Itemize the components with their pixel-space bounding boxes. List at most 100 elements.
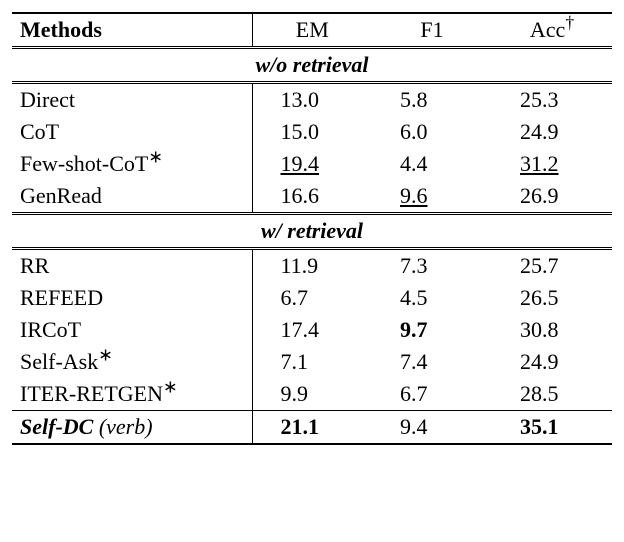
- table-row: RR 11.9 7.3 25.7: [12, 249, 612, 283]
- acc-cell: 24.9: [492, 346, 612, 378]
- em-value: 7.1: [281, 349, 309, 374]
- section-wo-title-row: w/o retrieval: [12, 48, 612, 83]
- f1-value: 7.3: [400, 253, 428, 278]
- table-row: Self-Ask∗ 7.1 7.4 24.9: [12, 346, 612, 378]
- star-icon: ∗: [148, 147, 163, 167]
- section-wo-title: w/o retrieval: [12, 48, 612, 83]
- f1-value: 6.7: [400, 381, 428, 406]
- acc-value: 25.3: [520, 87, 559, 112]
- f1-cell: 9.4: [372, 411, 492, 445]
- em-cell: 13.0: [252, 83, 372, 117]
- f1-value: 9.4: [400, 414, 428, 439]
- method-name: Few-shot-CoT∗: [12, 148, 252, 180]
- star-icon: ∗: [98, 345, 113, 365]
- method-text: Self-Ask: [20, 349, 98, 374]
- method-name: ITER-RETGEN∗: [12, 378, 252, 411]
- em-value: 19.4: [281, 151, 320, 176]
- acc-cell: 26.9: [492, 180, 612, 214]
- em-cell: 16.6: [252, 180, 372, 214]
- f1-value: 9.7: [400, 317, 428, 342]
- em-cell: 9.9: [252, 378, 372, 411]
- method-name: Self-DC (verb): [12, 411, 252, 445]
- method-name: REFEED: [12, 282, 252, 314]
- acc-cell: 24.9: [492, 116, 612, 148]
- method-text: ITER-RETGEN: [20, 381, 163, 406]
- acc-cell: 25.7: [492, 249, 612, 283]
- header-em: EM: [252, 13, 372, 48]
- table-row: Direct 13.0 5.8 25.3: [12, 83, 612, 117]
- method-name: Self-Ask∗: [12, 346, 252, 378]
- acc-cell: 31.2: [492, 148, 612, 180]
- table-row: REFEED 6.7 4.5 26.5: [12, 282, 612, 314]
- dagger-icon: †: [565, 13, 574, 33]
- em-value: 15.0: [281, 119, 320, 144]
- section-w-title: w/ retrieval: [12, 214, 612, 249]
- acc-cell: 26.5: [492, 282, 612, 314]
- table-row: IRCoT 17.4 9.7 30.8: [12, 314, 612, 346]
- acc-cell: 30.8: [492, 314, 612, 346]
- acc-value: 30.8: [520, 317, 559, 342]
- em-value: 13.0: [281, 87, 320, 112]
- acc-value: 24.9: [520, 119, 559, 144]
- acc-cell: 35.1: [492, 411, 612, 445]
- f1-value: 6.0: [400, 119, 428, 144]
- em-value: 21.1: [281, 414, 320, 439]
- em-cell: 11.9: [252, 249, 372, 283]
- method-text: GenRead: [20, 183, 102, 208]
- em-cell: 21.1: [252, 411, 372, 445]
- table-row: Few-shot-CoT∗ 19.4 4.4 31.2: [12, 148, 612, 180]
- method-note-text: (verb): [99, 414, 153, 439]
- f1-value: 5.8: [400, 87, 428, 112]
- table-row: CoT 15.0 6.0 24.9: [12, 116, 612, 148]
- em-cell: 15.0: [252, 116, 372, 148]
- header-row: Methods EM F1 Acc†: [12, 13, 612, 48]
- f1-cell: 7.3: [372, 249, 492, 283]
- f1-cell: 4.5: [372, 282, 492, 314]
- acc-value: 26.9: [520, 183, 559, 208]
- f1-cell: 6.7: [372, 378, 492, 411]
- results-table: Methods EM F1 Acc† w/o retrieval Direct …: [12, 12, 612, 445]
- em-value: 16.6: [281, 183, 320, 208]
- table-row: ITER-RETGEN∗ 9.9 6.7 28.5: [12, 378, 612, 411]
- em-value: 11.9: [281, 253, 319, 278]
- acc-value: 24.9: [520, 349, 559, 374]
- method-main: Self-DC: [20, 414, 93, 439]
- em-value: 17.4: [281, 317, 320, 342]
- em-cell: 19.4: [252, 148, 372, 180]
- acc-value: 28.5: [520, 381, 559, 406]
- star-icon: ∗: [163, 377, 178, 397]
- acc-value: 35.1: [520, 414, 559, 439]
- method-name: RR: [12, 249, 252, 283]
- em-cell: 7.1: [252, 346, 372, 378]
- header-acc: Acc†: [492, 13, 612, 48]
- em-value: 6.7: [281, 285, 309, 310]
- f1-value: 4.4: [400, 151, 428, 176]
- header-methods: Methods: [12, 13, 252, 48]
- f1-cell: 5.8: [372, 83, 492, 117]
- acc-value: 31.2: [520, 151, 559, 176]
- f1-cell: 9.6: [372, 180, 492, 214]
- method-text: Direct: [20, 87, 75, 112]
- method-text: Few-shot-CoT: [20, 151, 148, 176]
- f1-value: 7.4: [400, 349, 428, 374]
- header-acc-text: Acc: [530, 17, 565, 42]
- method-text: REFEED: [20, 285, 103, 310]
- acc-value: 26.5: [520, 285, 559, 310]
- method-text: RR: [20, 253, 49, 278]
- method-name: IRCoT: [12, 314, 252, 346]
- header-f1: F1: [372, 13, 492, 48]
- acc-cell: 28.5: [492, 378, 612, 411]
- f1-cell: 4.4: [372, 148, 492, 180]
- method-text: CoT: [20, 119, 59, 144]
- section-w-title-row: w/ retrieval: [12, 214, 612, 249]
- table-row: GenRead 16.6 9.6 26.9: [12, 180, 612, 214]
- method-name: CoT: [12, 116, 252, 148]
- f1-value: 9.6: [400, 183, 428, 208]
- em-cell: 6.7: [252, 282, 372, 314]
- em-value: 9.9: [281, 381, 309, 406]
- method-name: GenRead: [12, 180, 252, 214]
- f1-cell: 6.0: [372, 116, 492, 148]
- acc-value: 25.7: [520, 253, 559, 278]
- f1-cell: 7.4: [372, 346, 492, 378]
- em-cell: 17.4: [252, 314, 372, 346]
